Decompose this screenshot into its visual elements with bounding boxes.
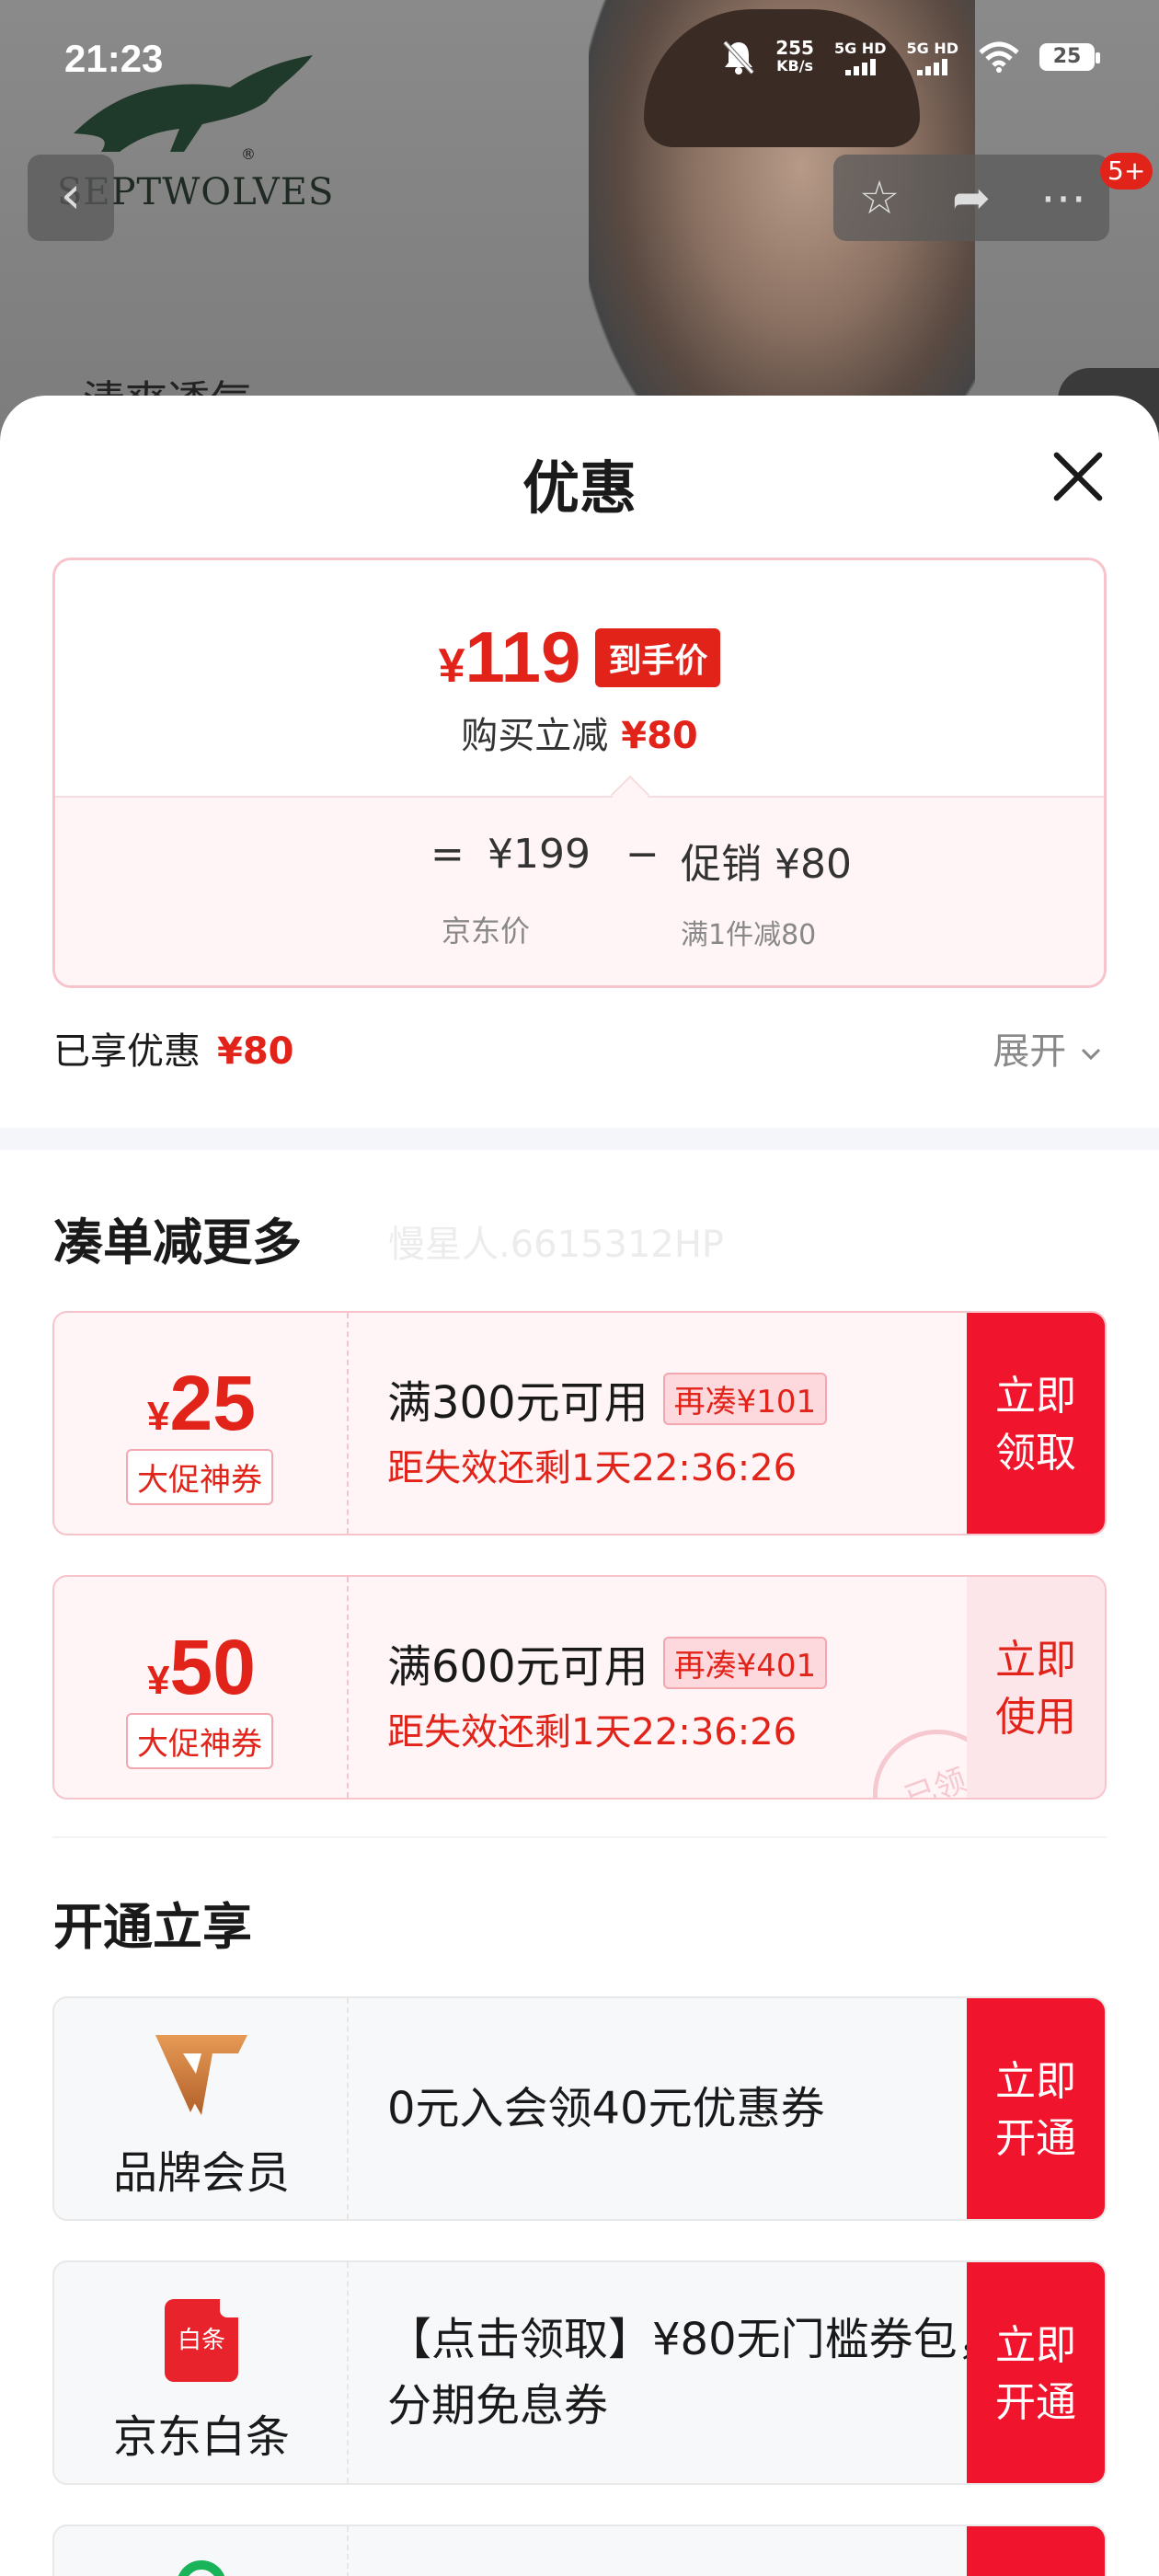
signal-1: 5G HD	[834, 40, 886, 75]
status-bar: 21:23 255 KB/s 5G HD 5G HD 25	[0, 0, 1159, 120]
more-discount-title: 凑单减更多	[53, 1213, 302, 1271]
claim-coupon-button[interactable]: 立即 领取	[967, 1313, 1105, 1534]
section-divider	[0, 1128, 1159, 1150]
promo-amount: 促销 ¥80	[681, 841, 852, 888]
coupon-value: ¥50	[147, 1624, 256, 1710]
coupon-extra-needed: 再凑¥401	[662, 1636, 828, 1689]
coupon-kind: 大促神券	[126, 1713, 273, 1769]
instant-cut: 购买立减 ¥80	[461, 715, 698, 757]
coupon-value-area: ¥25 大促神券	[54, 1313, 349, 1534]
thin-divider	[52, 1836, 1107, 1838]
green-benefit-icon	[178, 2560, 225, 2576]
sheet-title: 优惠	[522, 454, 637, 522]
coupon-condition: 满300元可用 再凑¥101	[387, 1366, 828, 1431]
top-action-group: ☆ ➦ ⋯	[833, 155, 1109, 241]
next-benefit-icon-area	[54, 2526, 349, 2576]
enjoyed-discount: 已享优惠 ¥80	[53, 1030, 294, 1073]
membership-card: 品牌会员 0元入会领40元优惠券 立即 开通	[52, 1996, 1107, 2221]
membership-desc: 0元入会领40元优惠券	[387, 2083, 825, 2134]
open-benefits-title: 开通立享	[53, 1898, 252, 1956]
base-price: ¥199	[488, 831, 591, 878]
watermark-text: 慢星人.6615312HP	[388, 1224, 725, 1266]
next-benefit-card	[52, 2524, 1107, 2576]
membership-brand-area: 品牌会员	[54, 1998, 349, 2219]
share-icon[interactable]: ➦	[939, 171, 1004, 224]
more-icon[interactable]: ⋯	[1031, 171, 1096, 224]
coupon-card: ¥50 大促神券 满600元可用 再凑¥401 距失效还剩1天22:36:26 …	[52, 1575, 1107, 1800]
coupon-countdown: 距失效还剩1天22:36:26	[387, 1711, 798, 1754]
open-baitiao-button[interactable]: 立即 开通	[967, 2262, 1105, 2483]
promo-label: 满1件减80	[681, 919, 817, 951]
coupon-value-area: ¥50 大促神券	[54, 1577, 349, 1798]
chevron-down-icon	[1081, 1048, 1101, 1061]
discount-sheet: 优惠 ¥119 到手价 购买立减 ¥80 = ¥199 − 促销 ¥80 京东价 …	[0, 396, 1159, 2576]
coupon-extra-needed: 再凑¥101	[662, 1372, 828, 1425]
favorite-star-icon[interactable]: ☆	[847, 171, 912, 224]
message-badge: 5+	[1100, 153, 1153, 190]
base-price-label: 京东价	[442, 914, 531, 949]
coupon-card: ¥25 大促神券 满300元可用 再凑¥101 距失效还剩1天22:36:26 …	[52, 1311, 1107, 1535]
coupon-value: ¥25	[147, 1360, 256, 1446]
coupon-condition: 满600元可用 再凑¥401	[387, 1630, 828, 1695]
brand-member-v-icon	[155, 2035, 247, 2115]
coupon-kind: 大促神券	[126, 1449, 273, 1505]
use-coupon-button[interactable]: 立即 使用	[967, 1577, 1105, 1798]
signal-2: 5G HD	[906, 40, 958, 75]
next-benefit-button[interactable]	[967, 2526, 1105, 2576]
back-arrow-icon: ‹	[60, 166, 82, 225]
signal-bars-icon	[917, 57, 948, 75]
coupon-countdown: 距失效还剩1天22:36:26	[387, 1447, 798, 1489]
expand-button[interactable]: 展开	[993, 1021, 1104, 1075]
final-price: ¥119	[438, 616, 581, 697]
close-button[interactable]	[1049, 446, 1107, 505]
registered-mark: ®	[241, 145, 256, 163]
wifi-icon	[979, 41, 1019, 73]
status-icons: 255 KB/s 5G HD 5G HD 25	[722, 37, 1100, 75]
baitiao-desc: 【点击领取】¥80无门槛券包， 分期免息券	[387, 2314, 1002, 2432]
mute-bell-icon	[723, 40, 755, 75]
baitiao-card: 白条 京东白条 【点击领取】¥80无门槛券包， 分期免息券 立即 开通	[52, 2260, 1107, 2485]
final-price-tag: 到手价	[595, 627, 721, 687]
price-breakdown-card: ¥119 到手价 购买立减 ¥80 = ¥199 − 促销 ¥80 京东价 满1件…	[52, 558, 1107, 988]
open-membership-button[interactable]: 立即 开通	[967, 1998, 1105, 2219]
membership-label: 品牌会员	[112, 2147, 290, 2199]
final-price-row: ¥119 到手价	[55, 615, 1104, 699]
price-formula-area: = ¥199 − 促销 ¥80 京东价 满1件减80	[55, 796, 1104, 985]
baitiao-label: 京东白条	[112, 2411, 290, 2463]
final-price-area: ¥119 到手价 购买立减 ¥80	[55, 560, 1104, 796]
signal-bars-icon	[844, 57, 876, 75]
baitiao-brand-area: 白条 京东白条	[54, 2262, 349, 2483]
back-button[interactable]: ‹	[28, 155, 114, 241]
baitiao-icon: 白条	[165, 2297, 240, 2382]
status-time: 21:23	[64, 37, 164, 80]
battery-icon: 25	[1039, 43, 1100, 71]
network-speed: 255 KB/s	[775, 37, 814, 75]
